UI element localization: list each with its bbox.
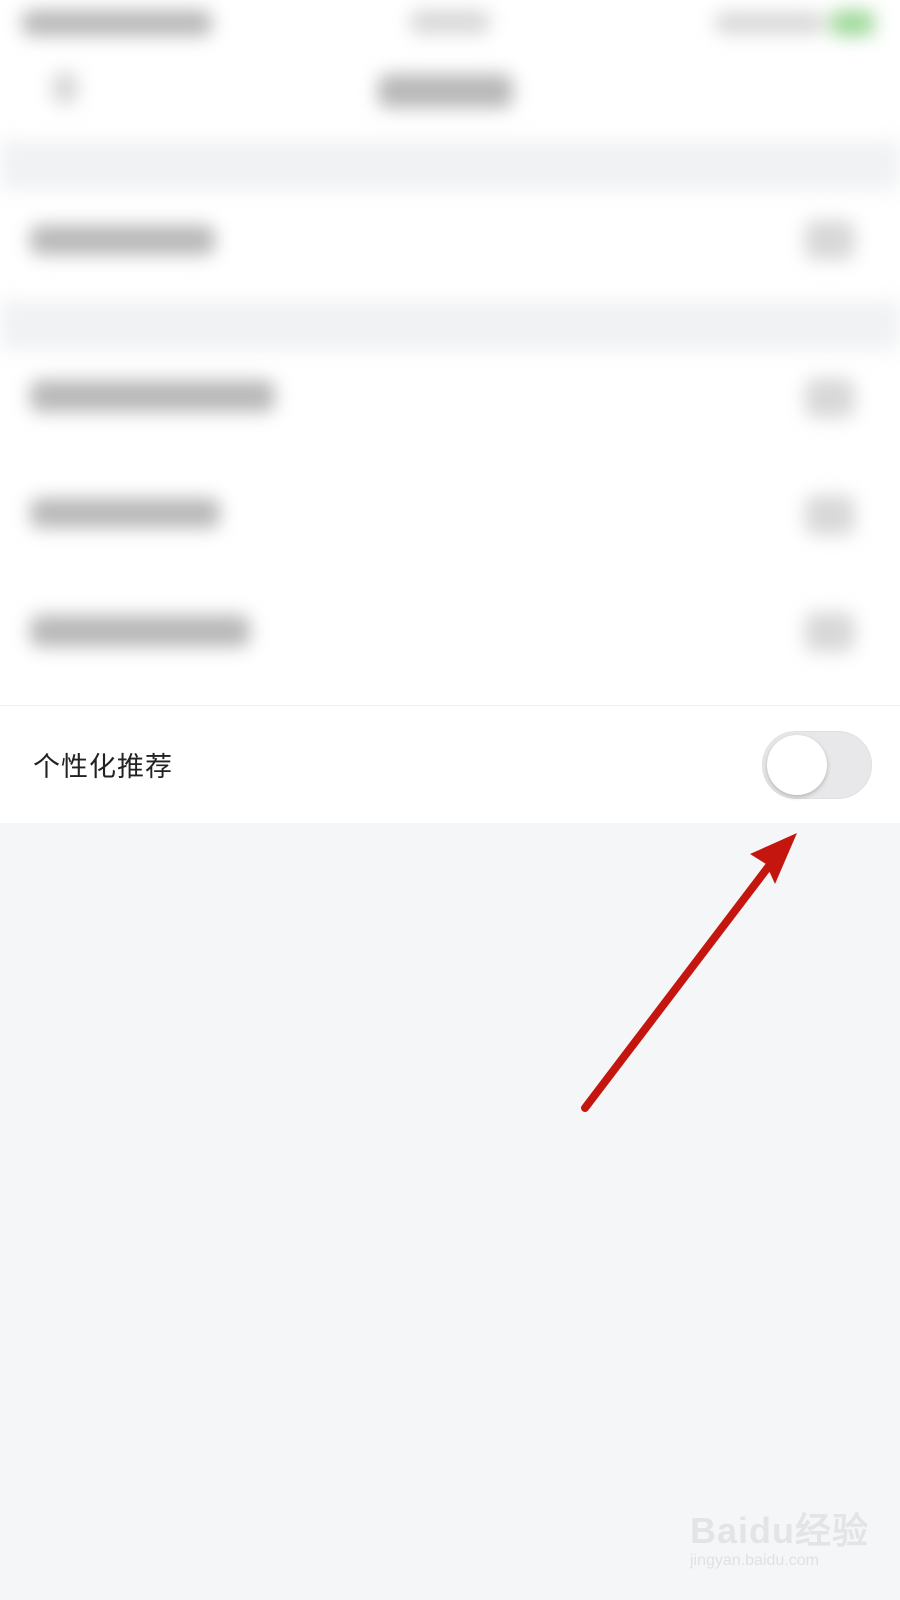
watermark-logo: Baidu经验: [690, 1510, 870, 1551]
personalized-recommendation-label: 个性化推荐: [33, 752, 173, 783]
watermark-url: jingyan.baidu.com: [690, 1552, 819, 1569]
blurred-content-region: [0, 0, 900, 705]
personalized-recommendation-row: 个性化推荐: [0, 705, 900, 823]
toggle-knob: [767, 734, 827, 795]
settings-screen: 个性化推荐 Baidu经验 jingyan.baidu.com: [0, 0, 900, 1600]
personalized-recommendation-toggle[interactable]: [762, 730, 872, 799]
baidu-jingyan-watermark: Baidu经验 jingyan.baidu.com: [690, 1500, 880, 1590]
